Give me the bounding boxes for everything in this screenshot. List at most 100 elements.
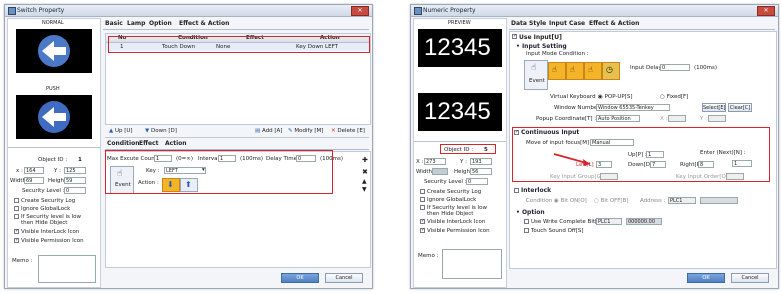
subtab-effect[interactable]: Effect [139,140,158,147]
ignore-globallock-label: Ignore GlobalLock [427,197,477,203]
security-level-field[interactable]: 0 [466,178,488,185]
input-delay-field[interactable]: 0 [660,64,690,71]
condition-label: Condition : [526,198,556,204]
side-close-icon[interactable]: ✖ [362,168,368,176]
tab-input[interactable]: Input [549,20,567,27]
preview-label: PREVIEW [448,20,471,26]
bit-on-radio[interactable]: ◉ Bit ON[O] [554,198,587,204]
width-field[interactable]: 69 [24,177,44,184]
interlock-checkbox[interactable] [514,188,519,193]
mode-icon-3[interactable]: ☝ [584,62,602,80]
visible-interlock-checkbox[interactable] [420,218,425,224]
use-input-checkbox[interactable] [512,33,517,39]
event-icon-button[interactable]: ☝ Event [524,60,548,90]
tab-effect-action[interactable]: Effect & Action [589,20,639,27]
visible-permission-label: Visible Permission Icon [427,228,490,234]
address-field[interactable]: PLC1 [668,197,696,204]
y-field[interactable]: 193 [470,158,492,165]
ignore-globallock-checkbox[interactable] [420,197,425,202]
bit-off-radio[interactable]: ○ Bit OFF[B] [594,198,629,204]
visible-permission-checkbox[interactable] [420,227,425,233]
close-button[interactable]: ✕ [351,6,369,16]
numeric-preview-2: 12345 [418,93,502,131]
subtab-action[interactable]: Action [165,140,187,147]
width-field[interactable] [432,168,448,175]
touch-sound-checkbox[interactable] [524,228,529,233]
divider [414,141,506,142]
close-button[interactable]: ✕ [757,6,775,16]
down-button[interactable]: ▼ Down [D] [145,128,177,134]
up-arrow-icon: ▲ [109,128,114,134]
mode-icon-1[interactable]: ☝ [548,62,566,80]
continuous-input-highlight [512,127,770,182]
visible-interlock-checkbox[interactable] [14,228,19,234]
create-security-log-checkbox[interactable] [420,189,425,194]
input-mode-label: Input Mode Condition : [526,51,589,57]
hide-object-checkbox[interactable] [14,214,19,219]
y-field[interactable]: 125 [64,167,86,174]
clear-button[interactable]: Clear[C] [728,103,752,112]
window-title: Switch Property [17,7,65,14]
address-value-field[interactable] [700,197,738,204]
ok-button[interactable]: OK [687,273,725,283]
y-label: Y : [54,168,61,174]
popup-radio[interactable]: ◉ POP-UP[S] [598,94,633,100]
x-field[interactable]: 273 [424,158,446,165]
tab-style[interactable]: Style [529,20,546,27]
bit-on-label: Bit ON[O] [560,198,587,204]
up-button[interactable]: ▲ Up [U] [109,128,133,134]
action-highlight [105,150,333,194]
modify-button[interactable]: ✎ Modify [M] [288,128,323,134]
visible-permission-checkbox[interactable] [14,237,19,243]
write-value-field[interactable]: 000000.00 [626,218,662,225]
ignore-globallock-checkbox[interactable] [14,206,19,211]
side-plus-icon[interactable]: ✚ [362,156,368,164]
hide-object-checkbox[interactable] [420,205,425,210]
select-button[interactable]: Select[E] [702,103,726,112]
address-label: Address : [640,198,666,204]
switch-property-window: Switch Property ✕ NORMAL PUSH Object ID … [4,4,373,289]
tab-basic[interactable]: Basic [105,20,123,27]
x-label: x : [16,168,23,174]
create-security-log-checkbox[interactable] [14,198,19,203]
memo-field[interactable] [38,255,96,283]
clock-icon: ◷ [606,65,613,74]
cancel-button[interactable]: Cancel [325,273,363,283]
x-field[interactable]: 164 [24,167,44,174]
memo-field[interactable] [442,249,502,279]
use-input-label: Use Input[U] [519,34,562,41]
subtab-condition[interactable]: Condition [107,140,139,147]
popup-x-field[interactable] [668,115,686,122]
touch-sound-label: Touch Sound Off[S] [531,228,584,234]
subtab-strip: Condition Effect Action [105,140,369,150]
popup-y-field[interactable] [708,115,726,122]
side-down-icon[interactable]: ▼ [362,186,367,193]
window-number-field[interactable]: Window 65535-Tenkey [596,104,670,111]
title-bar: Switch Property ✕ [5,5,372,17]
mode-icon-2[interactable]: ☝ [566,62,584,80]
use-write-complete-checkbox[interactable] [524,219,529,224]
tab-lamp[interactable]: Lamp [127,20,145,27]
height-field[interactable]: 59 [64,177,86,184]
ok-button[interactable]: OK [281,273,319,283]
mode-icon-4[interactable]: ◷ [602,62,620,80]
height-field[interactable]: 56 [470,168,492,175]
add-button[interactable]: ▤ Add [A] [255,128,282,134]
delete-button[interactable]: ✕ Delete [E] [331,128,365,134]
cancel-button[interactable]: Cancel [731,273,769,283]
delete-button-label: Delete [E] [337,128,365,134]
fixed-radio[interactable]: ○ Fixed[F] [660,94,688,100]
security-level-field[interactable]: 0 [64,187,86,194]
tab-case[interactable]: Case [569,20,585,27]
tab-effect-action[interactable]: Effect & Action [179,20,229,27]
side-up-icon[interactable]: ▲ [362,178,367,185]
window-title: Numeric Property [423,7,476,14]
create-security-log-label: Create Security Log [427,189,482,195]
popup-coordinate-select[interactable]: Auto Position [596,115,640,122]
normal-preview [16,29,92,73]
tab-option[interactable]: Option [149,20,172,27]
create-security-log-label: Create Security Log [21,198,76,204]
add-button-label: Add [A] [261,128,283,134]
tab-data[interactable]: Data [511,20,527,27]
write-plc-field[interactable]: PLC1 [596,218,622,225]
